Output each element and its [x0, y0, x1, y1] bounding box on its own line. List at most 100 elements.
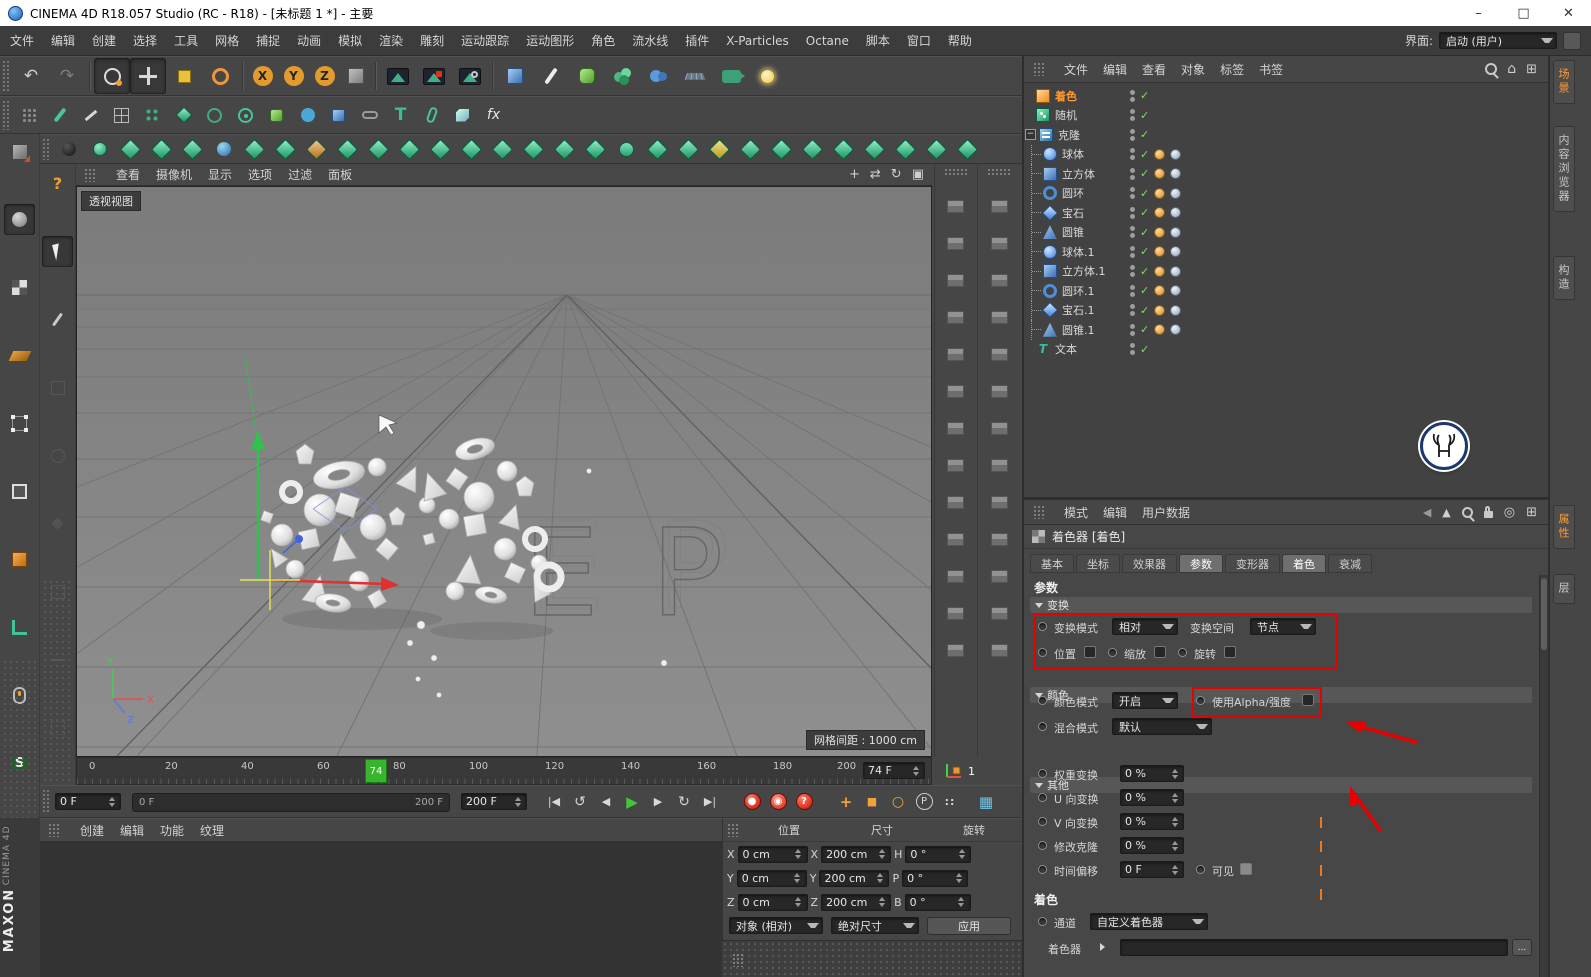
record-position-toggle[interactable]: +	[833, 789, 859, 815]
effector-icon[interactable]	[611, 134, 642, 164]
menu-help[interactable]: 帮助	[948, 32, 972, 49]
shader-browse-button[interactable]: ...	[1512, 939, 1532, 956]
lock-y-axis-button[interactable]: Y	[278, 61, 309, 92]
palette-icon[interactable]	[990, 422, 1008, 435]
model-mode-icon[interactable]	[4, 204, 35, 235]
close-button[interactable]: ✕	[1546, 0, 1591, 26]
pos-x-field[interactable]: 0 cm	[737, 845, 808, 863]
instance-icon[interactable]	[261, 100, 292, 131]
array-icon[interactable]	[168, 100, 199, 131]
channel-select[interactable]: 自定义着色器	[1090, 913, 1208, 930]
matrix-icon[interactable]	[137, 100, 168, 131]
object-row[interactable]: 圆锥.1 ✓	[1024, 320, 1548, 340]
object-label[interactable]: 宝石.1	[1062, 302, 1095, 318]
effector-icon[interactable]	[425, 134, 456, 164]
palette-icon[interactable]	[947, 496, 964, 509]
tab-structure[interactable]: 构造	[1553, 256, 1575, 300]
snap-option-icon[interactable]	[42, 372, 73, 403]
menu-mesh[interactable]: 网格	[215, 32, 239, 49]
enabled-check-icon[interactable]: ✓	[1140, 148, 1149, 161]
phong-tag-icon[interactable]	[1170, 285, 1182, 297]
tweak-mode-icon[interactable]	[13, 100, 44, 131]
anim-dot[interactable]	[1038, 865, 1047, 874]
object-row[interactable]: 圆环.1 ✓	[1024, 281, 1548, 301]
search-icon[interactable]	[1461, 506, 1475, 522]
fx-icon[interactable]: fx	[478, 100, 509, 131]
texture-tag-icon[interactable]	[1154, 265, 1166, 277]
material-menu-texture[interactable]: 纹理	[200, 822, 224, 839]
object-row[interactable]: 立方体.1 ✓	[1024, 261, 1548, 281]
effector-icon[interactable]	[363, 134, 394, 164]
follow-selection-icon[interactable]: ◎	[1504, 506, 1515, 519]
effector-icon[interactable]	[828, 134, 859, 164]
panel-grip[interactable]	[987, 168, 1011, 176]
menu-motion-tracker[interactable]: 运动跟踪	[461, 32, 509, 49]
scale-checkbox[interactable]	[1154, 646, 1166, 658]
axis-mode-icon[interactable]	[4, 612, 35, 643]
material-menu-create[interactable]: 创建	[80, 822, 104, 839]
palette-icon[interactable]	[990, 496, 1008, 509]
texture-tag-icon[interactable]	[1154, 304, 1166, 316]
coord-size-mode-select[interactable]: 绝对尺寸	[831, 917, 919, 934]
menu-file[interactable]: 文件	[10, 32, 34, 49]
goto-end-button[interactable]: ▶|	[697, 789, 723, 815]
menu-render[interactable]: 渲染	[379, 32, 403, 49]
shader-expand-icon[interactable]	[1100, 943, 1105, 951]
color-mode-select[interactable]: 开启	[1112, 692, 1178, 709]
texture-tag-icon[interactable]	[1154, 285, 1166, 297]
layout-icon[interactable]	[1563, 31, 1581, 50]
workplane-mode-icon[interactable]	[4, 340, 35, 371]
enabled-check-icon[interactable]: ✓	[1140, 265, 1149, 278]
time-offset-field[interactable]: 0 F	[1120, 861, 1184, 878]
render-picture-viewer-button[interactable]	[416, 58, 452, 94]
render-view-button[interactable]	[380, 58, 416, 94]
object-row[interactable]: 着色 ✓	[1024, 86, 1548, 106]
effector-icon[interactable]	[921, 134, 952, 164]
home-icon[interactable]: ⌂	[1507, 62, 1516, 76]
viewport-3d-scene[interactable]: EP EP Y X Z	[77, 187, 931, 756]
boole-icon[interactable]	[323, 100, 354, 131]
add-cube-object-button[interactable]	[497, 58, 533, 94]
transform-space-select[interactable]: 节点	[1250, 618, 1316, 635]
pen-tool-icon[interactable]	[42, 304, 73, 335]
anim-dot[interactable]	[1038, 722, 1047, 731]
menu-create[interactable]: 创建	[92, 32, 116, 49]
visibility-dots[interactable]	[1130, 226, 1135, 239]
menu-octane[interactable]: Octane	[806, 34, 849, 48]
menu-character[interactable]: 角色	[591, 32, 615, 49]
visibility-dots[interactable]	[1130, 128, 1135, 141]
palette-icon[interactable]	[947, 422, 964, 435]
lock-x-axis-button[interactable]: X	[247, 61, 278, 92]
panel-grip[interactable]	[48, 823, 60, 837]
effector-icon[interactable]	[642, 134, 673, 164]
viewport-name-label[interactable]: 透视视图	[81, 191, 141, 211]
anim-dot[interactable]	[1196, 865, 1205, 874]
rot-b-field[interactable]: 0 °	[904, 893, 971, 911]
prev-frame-button[interactable]: ◀	[593, 789, 619, 815]
effector-icon[interactable]	[518, 134, 549, 164]
menu-pipeline[interactable]: 流水线	[632, 32, 668, 49]
palette-icon[interactable]	[947, 385, 964, 398]
group-other[interactable]: 其他	[1030, 777, 1532, 793]
panel-grip[interactable]	[84, 167, 96, 182]
enabled-check-icon[interactable]: ✓	[1140, 206, 1149, 219]
palette-icon[interactable]	[990, 237, 1008, 250]
phong-tag-icon[interactable]	[1170, 187, 1182, 199]
anim-dot[interactable]	[1038, 917, 1047, 926]
shader-field[interactable]	[1120, 939, 1508, 956]
object-label[interactable]: 球体	[1062, 146, 1084, 162]
toolbar-grip[interactable]	[42, 789, 51, 814]
enabled-check-icon[interactable]: ✓	[1140, 245, 1149, 258]
phong-tag-icon[interactable]	[1170, 168, 1182, 180]
points-mode-icon[interactable]	[4, 408, 35, 439]
rotation-checkbox[interactable]	[1224, 646, 1236, 658]
knife-icon[interactable]	[75, 100, 106, 131]
viewport-menu-view[interactable]: 查看	[116, 166, 140, 183]
size-z-field[interactable]: 200 cm	[821, 893, 892, 911]
object-label[interactable]: 立方体	[1062, 166, 1095, 182]
tab-scene[interactable]: 场景	[1553, 60, 1575, 104]
history-back-icon[interactable]: ◀	[1423, 507, 1431, 518]
object-label[interactable]: 着色	[1055, 88, 1077, 104]
position-checkbox[interactable]	[1084, 646, 1096, 658]
interface-select[interactable]: 启动 (用户)	[1439, 32, 1557, 49]
